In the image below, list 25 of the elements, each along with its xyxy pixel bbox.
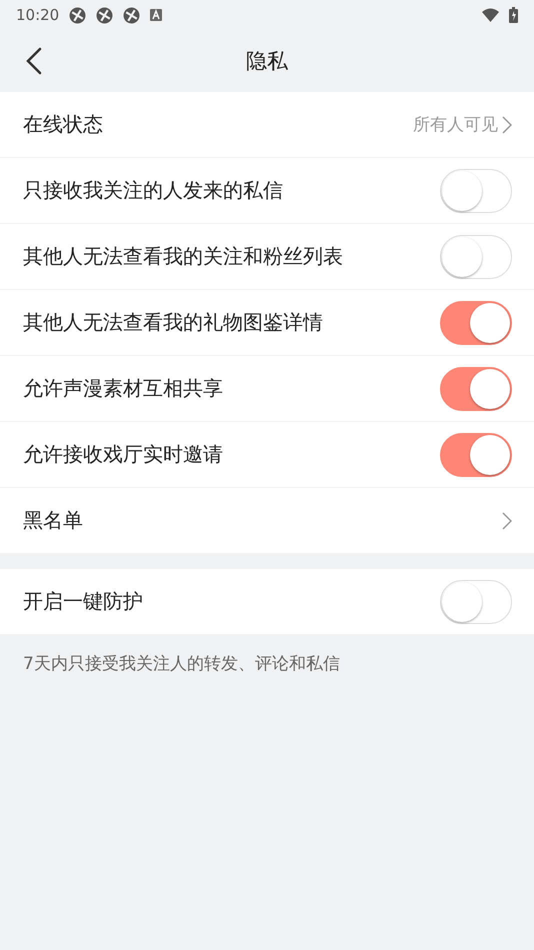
note-text: 7天内只接受我关注人的转发、评论和私信 xyxy=(23,654,340,674)
chevron-right-icon xyxy=(502,116,512,134)
setting-label: 其他人无法查看我的关注和粉丝列表 xyxy=(23,243,344,270)
notification-icon xyxy=(123,6,140,24)
setting-label: 其他人无法查看我的礼物图鉴详情 xyxy=(23,309,324,336)
page-title: 隐私 xyxy=(246,49,288,73)
chevron-right-icon xyxy=(502,512,512,530)
setting-label: 允许接收戏厅实时邀请 xyxy=(23,441,224,468)
setting-label: 黑名单 xyxy=(23,507,84,534)
setting-label: 在线状态 xyxy=(23,111,104,138)
setting-value: 所有人可见 xyxy=(413,114,498,136)
notification-icon xyxy=(69,6,86,24)
setting-label: 允许声漫素材互相共享 xyxy=(23,375,224,402)
toggle-switch[interactable] xyxy=(440,366,512,410)
setting-label: 只接收我关注的人发来的私信 xyxy=(23,177,284,204)
setting-label: 开启一键防护 xyxy=(23,588,144,615)
settings-row[interactable]: 在线状态 所有人可见 xyxy=(0,92,534,158)
toggle-switch[interactable] xyxy=(440,300,512,344)
toggle-switch[interactable] xyxy=(440,432,512,476)
battery-icon xyxy=(509,7,518,23)
keyboard-icon xyxy=(150,9,162,21)
settings-row[interactable]: 黑名单 xyxy=(0,488,534,553)
status-time: 10:20 xyxy=(16,6,60,24)
wifi-icon xyxy=(482,8,499,22)
notification-icon xyxy=(96,6,114,24)
